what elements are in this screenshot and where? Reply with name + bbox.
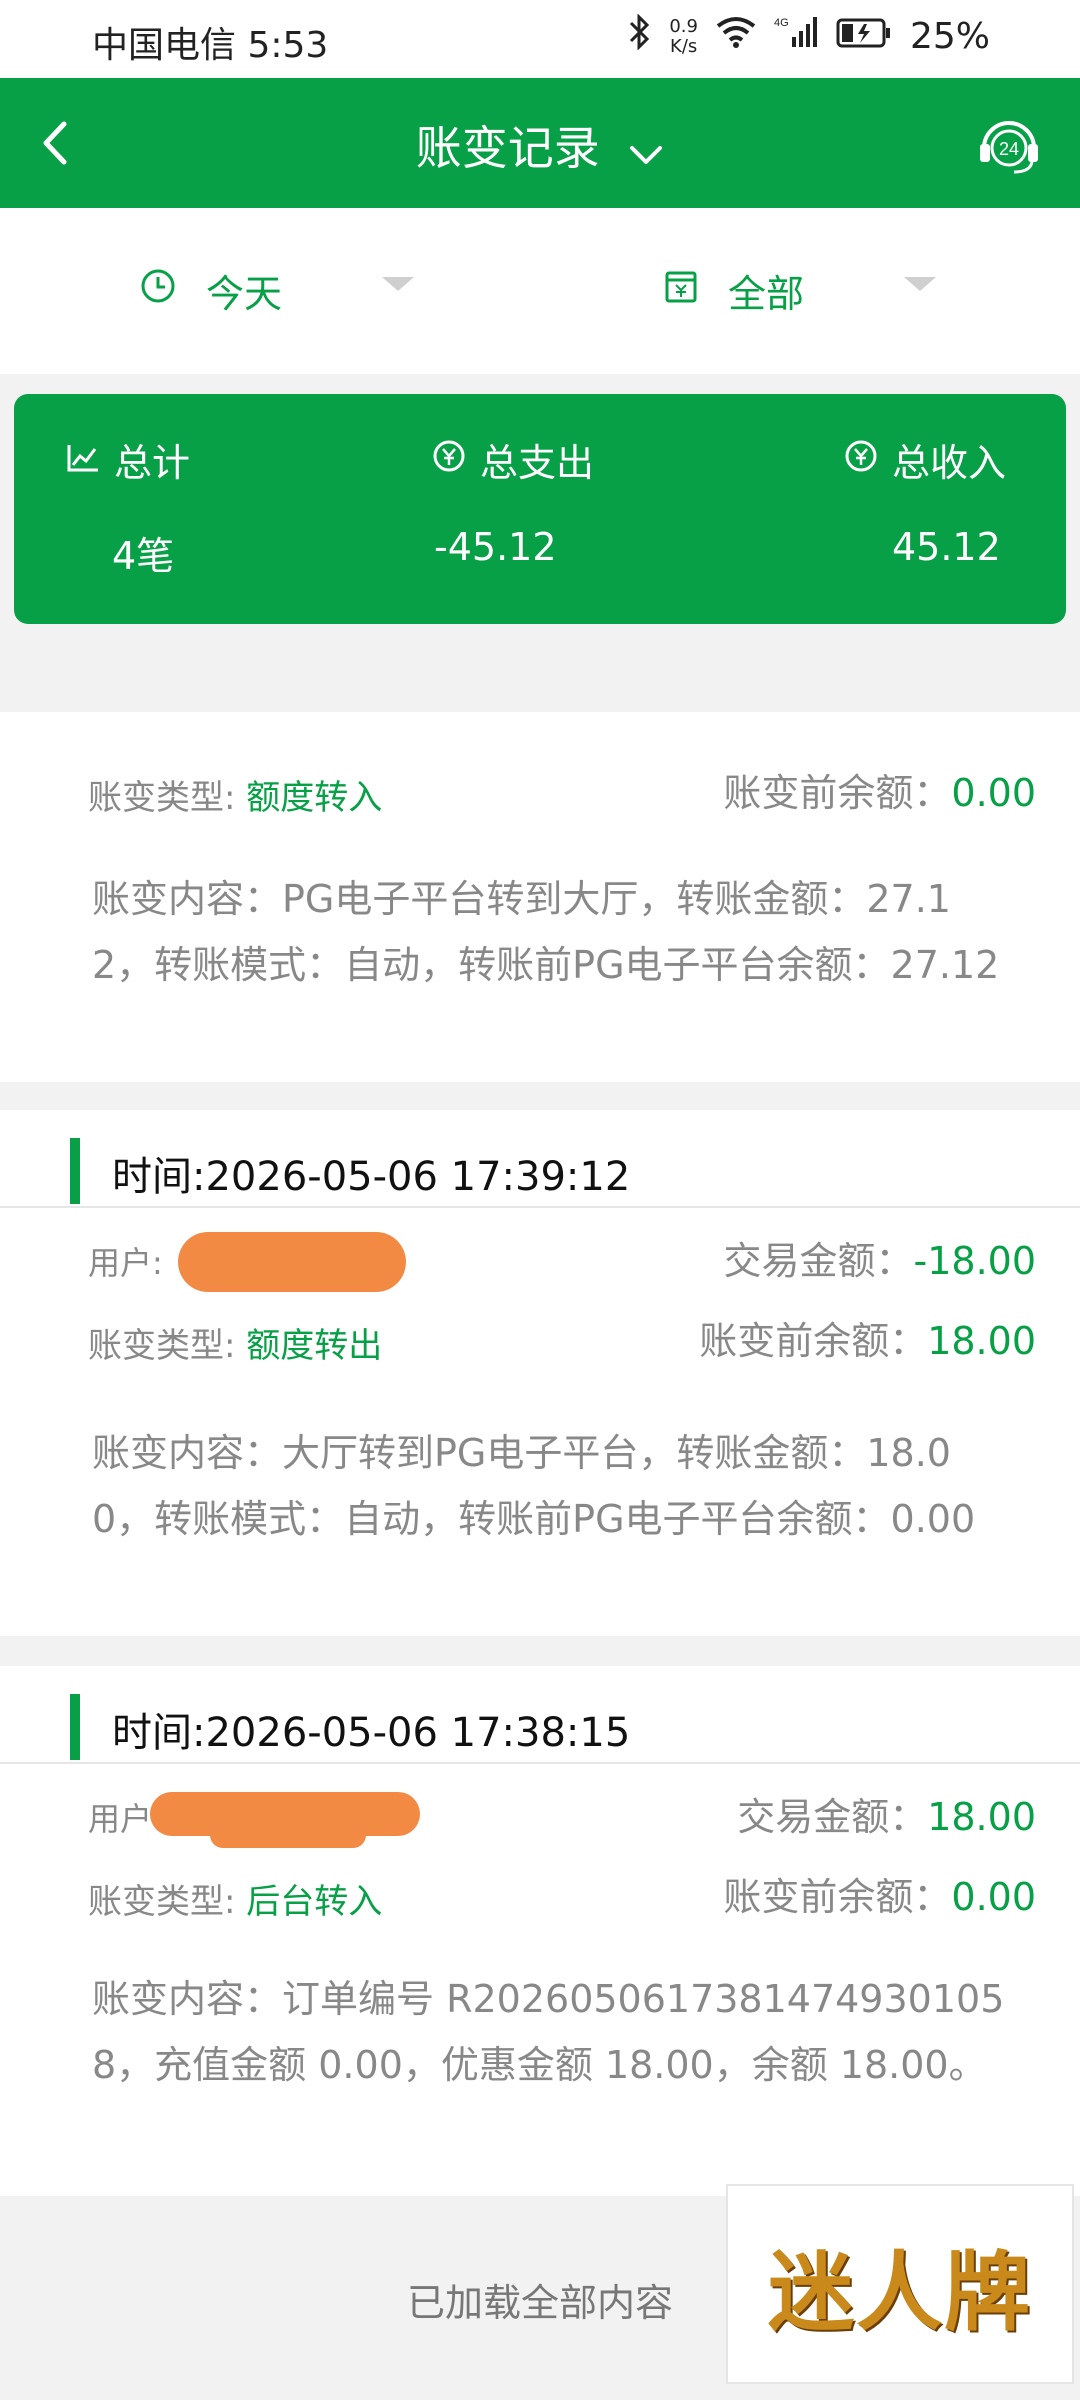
bluetooth-icon — [627, 13, 651, 59]
type-label: 账变类型: — [88, 1882, 236, 1922]
chevron-down-icon — [628, 125, 664, 179]
calendar-icon — [664, 268, 698, 313]
balance-value: 18.00 — [927, 1319, 1036, 1363]
expense-label: 总支出 — [480, 441, 595, 485]
type-value: 额度转出 — [246, 1326, 383, 1366]
income-label: 总收入 — [892, 441, 1007, 485]
carrier-time: 中国电信 5:53 — [92, 25, 329, 66]
date-filter-label: 今天 — [206, 271, 283, 316]
type-filter[interactable]: 全部 — [664, 260, 937, 320]
summary-card: 总计 4笔 总支出 -45.12 总收入 45.12 — [14, 394, 1066, 624]
balance-label: 账变前余额： — [723, 771, 952, 815]
balance-group: 账变前余额：18.00 — [699, 1310, 1036, 1365]
type-filter-label: 全部 — [728, 271, 805, 316]
amount-label: 交易金额： — [737, 1795, 928, 1839]
support-24h-icon: 24 — [980, 121, 1038, 174]
redaction-mark — [178, 1232, 406, 1292]
record-content: 账变内容：大厅转到PG电子平台，转账金额：18.00，转账模式：自动，转账前PG… — [92, 1431, 976, 1541]
type-label-group: 账变类型: 额度转出 — [88, 1318, 382, 1367]
signal-type-label: 4G — [774, 17, 789, 29]
balance-label: 账变前余额： — [723, 1875, 952, 1919]
accent-bar — [70, 1694, 80, 1760]
amount-value: -18.00 — [913, 1239, 1037, 1283]
filter-bar: 今天 全部 — [0, 208, 1080, 374]
trend-chart-icon — [66, 438, 100, 482]
record-time: 时间:2026-05-06 17:38:15 — [112, 1710, 631, 1756]
record-time: 时间:2026-05-06 17:39:12 — [112, 1154, 631, 1200]
accent-bar — [70, 1138, 80, 1204]
type-label: 账变类型: — [88, 778, 236, 818]
record-card[interactable]: 时间:2026-05-06 17:39:12 用户: 交易金额：-18.00 账… — [0, 1110, 1080, 1636]
type-value: 后台转入 — [246, 1882, 383, 1922]
record-user-row: 用户: 交易金额：-18.00 — [0, 1226, 1080, 1292]
expense-value: -45.12 — [434, 525, 557, 569]
record-type-row: 账变类型: 额度转入 账变前余额：0.00 — [0, 762, 1080, 822]
total-value: 4笔 — [112, 534, 175, 578]
status-bar: 中国电信 5:53 0.9 K/s 4G 25% — [0, 0, 1080, 78]
customer-service-button[interactable]: 24 — [974, 108, 1044, 178]
title-dropdown[interactable]: 账变记录 — [0, 112, 1080, 179]
amount-group: 交易金额：18.00 — [737, 1786, 1036, 1841]
user-label: 用户: — [88, 1244, 163, 1282]
summary-expense: 总支出 -45.12 — [432, 432, 594, 569]
clock-icon — [140, 268, 176, 313]
balance-group: 账变前余额：0.00 — [723, 1866, 1036, 1921]
record-card[interactable]: 时间:2026-05-06 17:38:15 用户 交易金额：18.00 账变类… — [0, 1666, 1080, 2196]
record-type-row: 账变类型: 额度转出 账变前余额：18.00 — [0, 1310, 1080, 1370]
wifi-icon — [716, 16, 756, 57]
user-label: 用户 — [88, 1800, 153, 1838]
network-speed: 0.9 K/s — [669, 15, 698, 57]
balance-value: 0.00 — [951, 1875, 1036, 1919]
total-label: 总计 — [114, 441, 191, 485]
watermark-logo: 迷人牌 — [726, 2184, 1074, 2384]
caret-down-icon — [382, 277, 415, 291]
balance-value: 0.00 — [951, 771, 1036, 815]
battery-icon — [836, 16, 892, 57]
record-user-row: 用户 交易金额：18.00 — [0, 1782, 1080, 1848]
net-speed-unit: K/s — [670, 35, 698, 57]
balance-group: 账变前余额：0.00 — [723, 762, 1036, 817]
redaction-mark — [210, 1822, 366, 1848]
type-value: 额度转入 — [246, 778, 383, 818]
caret-down-icon — [904, 277, 937, 291]
app-header: 账变记录 24 — [0, 78, 1080, 208]
cellular-signal-icon: 4G — [774, 15, 818, 58]
type-label-group: 账变类型: 额度转入 — [88, 770, 382, 819]
summary-total: 总计 4笔 — [66, 432, 190, 580]
battery-percent: 25% — [909, 16, 990, 57]
yen-coin-icon — [844, 438, 878, 482]
income-value: 45.12 — [892, 525, 1001, 569]
record-header: 时间:2026-05-06 17:39:12 — [0, 1110, 1080, 1208]
record-content: 账变内容：订单编号 R2026050617381474930105 8，充值金额… — [92, 1977, 1005, 2087]
amount-label: 交易金额： — [723, 1239, 914, 1283]
status-icons: 0.9 K/s 4G 25% — [627, 13, 990, 59]
type-label-group: 账变类型: 后台转入 — [88, 1874, 382, 1923]
record-header: 时间:2026-05-06 17:38:15 — [0, 1666, 1080, 1764]
yen-coin-icon — [432, 438, 466, 482]
support-badge-label: 24 — [999, 139, 1019, 159]
amount-value: 18.00 — [927, 1795, 1036, 1839]
date-filter[interactable]: 今天 — [140, 260, 415, 320]
page-title: 账变记录 — [415, 121, 600, 175]
balance-label: 账变前余额： — [699, 1319, 928, 1363]
record-content: 账变内容：PG电子平台转到大厅，转账金额：27.12，转账模式：自动，转账前PG… — [92, 877, 1000, 987]
net-speed-value: 0.9 — [669, 15, 698, 37]
record-card[interactable]: 账变类型: 额度转入 账变前余额：0.00 账变内容：PG电子平台转到大厅，转账… — [0, 712, 1080, 1082]
amount-group: 交易金额：-18.00 — [723, 1230, 1036, 1285]
type-label: 账变类型: — [88, 1326, 236, 1366]
summary-income: 总收入 45.12 — [844, 432, 1006, 569]
logo-text: 迷人牌 — [768, 2241, 1032, 2343]
record-type-row: 账变类型: 后台转入 账变前余额：0.00 — [0, 1866, 1080, 1926]
